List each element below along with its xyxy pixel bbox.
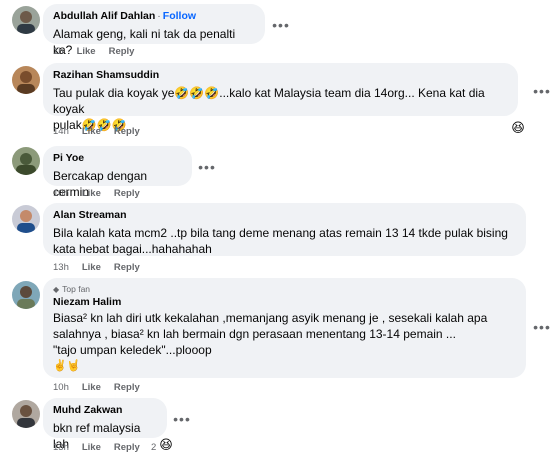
comment-meta: 10h Like Reply — [53, 382, 153, 393]
avatar[interactable] — [12, 281, 40, 309]
comment-time[interactable]: 13h — [53, 442, 69, 453]
like-button[interactable]: Like — [82, 442, 101, 453]
separator-dot: · — [157, 10, 161, 22]
comment-text: Bila kalah kata mcm2 ..tp bila tang deme… — [53, 225, 515, 257]
like-button[interactable]: Like — [77, 46, 96, 57]
more-options-icon[interactable]: ••• — [197, 160, 217, 176]
more-options-icon[interactable]: ••• — [271, 18, 291, 34]
reply-button[interactable]: Reply — [109, 46, 135, 57]
comment-meta: 10h Like Reply — [53, 188, 153, 199]
avatar[interactable] — [12, 400, 40, 428]
comment-text-line: kata hebat bagai...hahahahah — [53, 242, 212, 256]
reply-button[interactable]: Reply — [114, 126, 140, 137]
avatar[interactable] — [12, 66, 40, 94]
commenter-name[interactable]: Abdullah Alif Dahlan — [53, 10, 155, 22]
comment-bubble: Abdullah Alif Dahlan · Follow Alamak geng,… — [43, 4, 265, 57]
follow-button[interactable]: Follow — [163, 10, 196, 22]
reaction-haha-icon[interactable]: 😆 — [158, 438, 174, 454]
avatar[interactable] — [12, 147, 40, 175]
more-options-icon[interactable]: ••• — [172, 412, 192, 428]
comment-meta: 1h Like Reply — [53, 46, 147, 57]
comment-bubble: Razihan Shamsuddin Tau pulak dia koyak y… — [43, 63, 518, 132]
commenter-name[interactable]: Alan Streaman — [53, 209, 127, 221]
comment-bubble: ◆ Top fan Niezam Halim Biasa² kn lah diri… — [43, 278, 526, 378]
avatar[interactable] — [12, 205, 40, 233]
more-options-icon[interactable]: ••• — [532, 320, 552, 336]
comment-meta: 13h Like Reply — [53, 262, 153, 273]
comment-text: Biasa² kn lah diri utk kekalahan ,memanj… — [53, 310, 515, 374]
comment-bubble: Muhd Zakwan bkn ref malaysia lah — [43, 398, 167, 451]
reaction-count[interactable]: 2 — [151, 442, 156, 453]
comment-bubble: Pi Yoe Bercakap dengan cermin — [43, 146, 192, 199]
comment-meta: 14h Like Reply — [53, 126, 153, 137]
reply-button[interactable]: Reply — [114, 188, 140, 199]
comment-time[interactable]: 13h — [53, 262, 69, 273]
like-button[interactable]: Like — [82, 126, 101, 137]
diamond-icon: ◆ — [53, 285, 60, 294]
reply-button[interactable]: Reply — [114, 382, 140, 393]
comment-time[interactable]: 1h — [53, 46, 64, 57]
avatar[interactable] — [12, 6, 40, 34]
comment-meta: 13h Like Reply — [53, 442, 153, 453]
commenter-name[interactable]: Pi Yoe — [53, 152, 84, 164]
badge-label: Top fan — [62, 284, 91, 294]
commenter-name[interactable]: Razihan Shamsuddin — [53, 69, 159, 81]
comment-bubble: Alan Streaman Bila kalah kata mcm2 ..tp … — [43, 203, 526, 256]
comment-emoji-line: ✌️🤘 — [53, 359, 81, 372]
reaction-haha-icon[interactable]: 😆 — [510, 121, 526, 137]
like-button[interactable]: Like — [82, 188, 101, 199]
commenter-name[interactable]: Niezam Halim — [53, 296, 121, 308]
top-fan-badge: ◆ Top fan — [53, 284, 515, 295]
comment-text-line: Bila kalah kata mcm2 ..tp bila tang deme… — [53, 226, 508, 240]
more-options-icon[interactable]: ••• — [532, 84, 552, 100]
commenter-name[interactable]: Muhd Zakwan — [53, 404, 122, 416]
reply-button[interactable]: Reply — [114, 442, 140, 453]
comment-text-line: Biasa² kn lah diri utk kekalahan ,memanj… — [53, 311, 488, 325]
like-button[interactable]: Like — [82, 382, 101, 393]
reply-button[interactable]: Reply — [114, 262, 140, 273]
comment-text-line: salahnya , biasa² kn lah bermain dgn per… — [53, 327, 456, 341]
comment-time[interactable]: 14h — [53, 126, 69, 137]
comment-text-line: "tajo umpan keledek"...plooop — [53, 343, 212, 357]
like-button[interactable]: Like — [82, 262, 101, 273]
comment-text-line: Tau pulak dia koyak ye🤣🤣🤣...kalo kat Mal… — [53, 86, 485, 116]
comment-time[interactable]: 10h — [53, 188, 69, 199]
comment-time[interactable]: 10h — [53, 382, 69, 393]
